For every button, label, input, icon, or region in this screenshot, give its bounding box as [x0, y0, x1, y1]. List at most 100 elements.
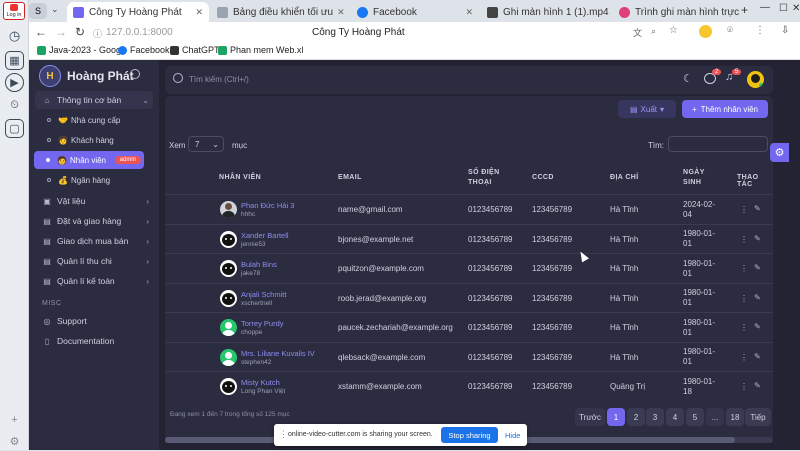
menu-icon[interactable]: ⋮ [755, 25, 765, 36]
table-row[interactable]: Mrs. Liliane Kuvalis IV stephen42 qlebsack… [165, 341, 773, 371]
edit-icon[interactable]: ✎ [754, 381, 761, 390]
camera-icon[interactable]: ⌾ [727, 25, 733, 36]
col-cccd[interactable]: CCCD [532, 174, 554, 181]
edit-icon[interactable]: ✎ [754, 322, 761, 331]
window-icon[interactable]: ▢ [5, 119, 24, 138]
sidebar-item-banks[interactable]: 💰 Ngân hàng [35, 171, 153, 189]
pagination-page-4[interactable]: 4 [666, 408, 684, 426]
export-button[interactable]: ▤ Xuất ▾ [618, 100, 676, 118]
add-employee-button[interactable]: + Thêm nhân viên [682, 100, 768, 118]
bookmark-item[interactable]: Phan mem Web.xl [218, 45, 303, 55]
search-input[interactable]: Tìm kiếm (Ctrl+/) [189, 75, 249, 84]
minimize-icon[interactable]: — [760, 2, 770, 13]
avatar[interactable] [747, 71, 764, 88]
edit-icon[interactable]: ✎ [754, 293, 761, 302]
employee-name[interactable]: Misty Kutch [241, 378, 280, 387]
pagination-page-3[interactable]: 3 [646, 408, 664, 426]
edit-icon[interactable]: ✎ [754, 204, 761, 213]
sidebar-item-orders[interactable]: ▤ Đặt và giao hàng › [35, 212, 153, 230]
bookmark-star-icon[interactable]: ☆ [669, 25, 678, 36]
table-row[interactable]: Anjali Schmitt xschertnell roob.jerad@exam… [165, 282, 773, 312]
close-window-icon[interactable]: ✕ [792, 3, 800, 14]
table-row[interactable]: Xander Bartell jennie53 bjones@example.net… [165, 223, 773, 253]
profile-icon[interactable]: S [29, 3, 47, 19]
sidebar-item-cashflow[interactable]: ▤ Quản lí thu chi › [35, 252, 153, 270]
forward-icon[interactable]: → [55, 25, 67, 39]
collapse-icon[interactable] [130, 69, 140, 79]
sidebar-item-employees[interactable]: 🧑 Nhân viên admin [34, 151, 144, 169]
sidebar-item-accounting[interactable]: ▤ Quản lí kế toán › [35, 272, 153, 290]
table-row[interactable]: Torrey Purdy choppe paucek.zechariah@examp… [165, 312, 773, 341]
table-search-input[interactable] [668, 136, 768, 152]
moon-icon[interactable]: ☾ [683, 72, 693, 85]
apps-icon[interactable]: ▦ [5, 51, 24, 70]
edit-icon[interactable]: ✎ [754, 352, 761, 361]
employee-name[interactable]: Torrey Purdy [241, 319, 284, 328]
more-icon[interactable]: ⋮ [740, 205, 748, 214]
maximize-icon[interactable]: ☐ [779, 3, 788, 14]
sidebar-item-transactions[interactable]: ▤ Giao dịch mua bán › [35, 232, 153, 250]
more-icon[interactable]: ⋮ [740, 353, 748, 362]
bookmark-item[interactable]: ChatGPT [170, 45, 220, 55]
settings-icon[interactable]: ⚙ [5, 432, 24, 451]
edit-icon[interactable]: ✎ [754, 263, 761, 272]
history-icon[interactable]: ◷ [5, 26, 24, 45]
bookmark-item[interactable]: Java-2023 - Googl [37, 45, 123, 55]
tab-4[interactable]: Ghi màn hình 1 (1).mp4✕ [481, 2, 611, 22]
close-icon[interactable]: ✕ [191, 7, 203, 18]
search-icon[interactable] [173, 73, 183, 83]
employee-name[interactable]: Mrs. Liliane Kuvalis IV [241, 349, 315, 358]
close-icon[interactable]: ✕ [461, 7, 473, 18]
table-row[interactable]: Bulah Bins jake78 pquitzon@example.com 0123… [165, 253, 773, 282]
drag-handle-icon[interactable]: ⋮ [279, 429, 288, 440]
reload-icon[interactable]: ↻ [75, 25, 85, 39]
more-icon[interactable]: ⋮ [740, 235, 748, 244]
edit-icon[interactable]: ✎ [754, 234, 761, 243]
site-info-icon[interactable]: ⓘ [93, 27, 102, 40]
translate-icon[interactable]: 文 [633, 26, 642, 39]
sidebar-group-basic-info[interactable]: ⌂ Thông tin cơ bản ⌄ [35, 91, 153, 109]
tab-list-icon[interactable]: ⌄ [51, 4, 59, 15]
col-phone[interactable]: SỐ ĐIỆN THOẠI [468, 168, 508, 188]
sidebar-item-customers[interactable]: 🧑 Khách hàng [35, 131, 153, 149]
employee-name[interactable]: Anjali Schmitt [241, 290, 286, 299]
download-icon[interactable]: ⇩ [781, 25, 789, 36]
pagination-page-5[interactable]: 5 [686, 408, 704, 426]
timer-icon[interactable]: ⏲ [5, 96, 24, 115]
tab-2[interactable]: Bảng điều khiển tối ưu ✕ [211, 2, 349, 22]
login-icon[interactable]: Log in [3, 2, 25, 20]
close-icon[interactable]: ✕ [609, 7, 611, 18]
employee-name[interactable]: Xander Bartell [241, 231, 289, 240]
sidebar-item-materials[interactable]: ▣ Vật liệu › [35, 192, 153, 210]
col-dob[interactable]: NGÀY SINH [683, 168, 719, 188]
zoom-icon[interactable]: ⌕ [651, 26, 656, 37]
table-row[interactable]: Misty Kutch Long Phan Việt xstamm@example.… [165, 371, 773, 400]
pagination-prev[interactable]: Trước [575, 408, 605, 426]
pagination-next[interactable]: Tiếp [745, 408, 771, 426]
close-icon[interactable]: ✕ [333, 7, 345, 18]
more-icon[interactable]: ⋮ [740, 264, 748, 273]
tab-5[interactable]: Trình ghi màn hình trực✕ [613, 2, 741, 22]
tab-1[interactable]: Công Ty Hoàng Phát ✕ [67, 2, 209, 22]
new-tab-icon[interactable]: + [741, 3, 748, 17]
sidebar-item-support[interactable]: ◎ Support [35, 312, 153, 330]
table-row[interactable]: Phan Đức Hải 3 hhhc name@gmail.com 01234567… [165, 194, 773, 223]
add-icon[interactable]: + [5, 410, 24, 429]
bookmark-item[interactable]: Facebook [118, 45, 170, 55]
customizer-gear-icon[interactable]: ⚙ [770, 143, 789, 162]
employee-name[interactable]: Bulah Bins [241, 260, 277, 269]
col-email[interactable]: EMAIL [338, 174, 362, 181]
sidebar-item-documentation[interactable]: ▯ Documentation [35, 332, 153, 350]
col-employee[interactable]: NHÂN VIÊN [219, 174, 261, 181]
pagination-page-18[interactable]: 18 [726, 408, 744, 426]
more-icon[interactable]: ⋮ [740, 294, 748, 303]
pagination-page-1[interactable]: 1 [607, 408, 625, 426]
col-address[interactable]: ĐỊA CHỈ [610, 174, 639, 181]
hide-button[interactable]: Hide [505, 431, 520, 440]
url-field[interactable]: 127.0.0.1:8000 [106, 27, 173, 38]
sidebar-item-suppliers[interactable]: 🤝 Nhà cung cấp [35, 111, 153, 129]
back-icon[interactable]: ← [35, 25, 47, 39]
pagination-page-2[interactable]: 2 [627, 408, 645, 426]
extension-icon[interactable] [699, 25, 712, 38]
stop-sharing-button[interactable]: Stop sharing [441, 427, 498, 443]
